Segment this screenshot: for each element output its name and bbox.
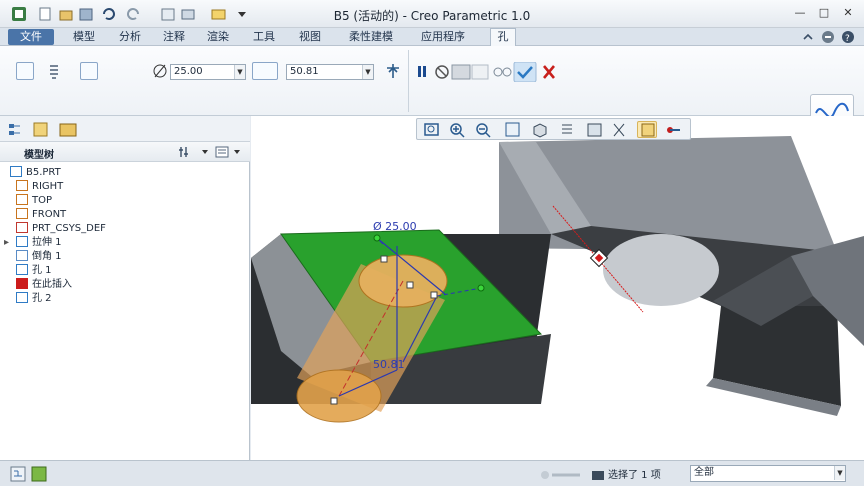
datum-plane-icon xyxy=(16,208,28,219)
graphics-window[interactable]: Ø 25.00 50.81 xyxy=(251,116,864,460)
reference-handle-2[interactable] xyxy=(477,284,485,292)
tab-3[interactable]: 注释 xyxy=(154,29,194,45)
simple-hole-icon[interactable] xyxy=(16,62,34,80)
status-message: 选择了 1 项 xyxy=(608,470,661,481)
title-bar: B5 (活动的) - Creo Parametric 1.0 — □ ✕ xyxy=(0,0,864,28)
selection-filter[interactable]: 全部 ▼ xyxy=(690,465,846,482)
tree-item[interactable]: RIGHT xyxy=(16,180,63,194)
dashboard-controls[interactable] xyxy=(414,62,564,82)
drill-profile-icon[interactable] xyxy=(106,62,124,80)
navigator-panel: 模型树 B5.PRT RIGHT TOP FRONT PRT_CSYS_DEF ▸ 拉伸 1… xyxy=(0,116,250,460)
tree-item-label: PRT_CSYS_DEF xyxy=(32,223,106,234)
status-icons[interactable] xyxy=(10,466,50,482)
tree-item[interactable]: B5.PRT xyxy=(10,166,61,180)
ribbon-tabs: 文件 模型 分析 注释 渲染 工具 视图 柔性建模 应用程序孔 ? xyxy=(0,28,864,47)
tab-7[interactable]: 柔性建模 xyxy=(338,29,404,45)
expand-icon[interactable]: ▸ xyxy=(4,236,9,250)
tree-item[interactable]: 孔 1 xyxy=(16,264,52,278)
csys-icon xyxy=(16,222,28,233)
tree-item[interactable]: TOP xyxy=(16,194,52,208)
tree-item[interactable]: 在此插入 xyxy=(16,278,72,292)
tab-0[interactable]: 文件 xyxy=(8,29,54,45)
tab-8[interactable]: 应用程序 xyxy=(410,29,476,45)
hole-icon xyxy=(16,264,28,275)
datum-plane-icon xyxy=(16,180,28,191)
part-icon xyxy=(10,166,22,177)
status-bar: 选择了 1 项 全部 ▼ xyxy=(0,460,864,486)
maximize-icon[interactable]: □ xyxy=(816,6,832,20)
depth-handle[interactable] xyxy=(406,281,414,289)
bottom-handle[interactable] xyxy=(330,397,338,405)
tree-settings-icon[interactable] xyxy=(178,145,244,159)
tree-item-label: B5.PRT xyxy=(26,167,61,178)
diameter-input[interactable]: 25.00 ▼ xyxy=(170,64,246,80)
diameter-icon xyxy=(153,64,167,78)
tree-item[interactable]: PRT_CSYS_DEF xyxy=(16,222,106,236)
minimize-icon[interactable]: — xyxy=(792,6,808,20)
chamfer-icon xyxy=(16,250,28,261)
flip-icon[interactable] xyxy=(384,62,402,80)
flat-drill-icon[interactable] xyxy=(80,62,98,80)
tab-1[interactable]: 模型 xyxy=(62,29,106,45)
model-tree-header: 模型树 xyxy=(0,142,250,162)
help-icons[interactable]: ? xyxy=(800,30,860,44)
tree-item[interactable]: 倒角 1 xyxy=(16,250,62,264)
tree-item-label: 孔 2 xyxy=(32,293,52,304)
diameter-handle[interactable] xyxy=(380,255,388,263)
close-icon[interactable]: ✕ xyxy=(840,6,856,20)
standard-hole-icon[interactable] xyxy=(44,62,62,80)
tree-item-label: 倒角 1 xyxy=(32,251,62,262)
navigator-tabs xyxy=(0,116,250,142)
depth-input[interactable]: 50.81 ▼ xyxy=(286,64,374,80)
tab-2[interactable]: 分析 xyxy=(110,29,150,45)
tree-item[interactable]: ▸ 拉伸 1 xyxy=(4,236,62,250)
model-tree-title: 模型树 xyxy=(24,150,54,161)
view-toolbar xyxy=(416,118,691,140)
tree-item-label: 在此插入 xyxy=(32,279,72,290)
tree-item-label: 孔 1 xyxy=(32,265,52,276)
reference-handle-1[interactable] xyxy=(373,234,381,242)
tab-9[interactable]: 孔 xyxy=(490,28,516,47)
tree-item[interactable]: 孔 2 xyxy=(16,292,52,306)
hole-new-icon xyxy=(16,292,28,303)
tree-item-label: RIGHT xyxy=(32,181,64,192)
sketch-profile-icon[interactable] xyxy=(128,62,146,80)
ribbon-divider xyxy=(408,50,409,112)
tab-5[interactable]: 工具 xyxy=(244,29,284,45)
existing-hole xyxy=(603,234,719,306)
tree-item[interactable]: FRONT xyxy=(16,208,66,222)
tree-item-label: FRONT xyxy=(32,209,67,220)
diameter-dimension[interactable]: Ø 25.00 xyxy=(373,220,417,233)
tree-item-label: TOP xyxy=(32,195,53,206)
extrude-icon xyxy=(16,236,28,247)
insert-here-icon xyxy=(16,278,28,289)
tab-6[interactable]: 视图 xyxy=(290,29,330,45)
center-handle[interactable] xyxy=(430,291,438,299)
depth-dimension[interactable]: 50.81 xyxy=(373,358,405,371)
datum-plane-icon xyxy=(16,194,28,205)
navigator-tab-icons[interactable] xyxy=(8,122,80,138)
depth-options-icon[interactable] xyxy=(252,62,278,80)
tree-item-label: 拉伸 1 xyxy=(32,237,62,248)
svg-text:?: ? xyxy=(845,34,850,44)
tab-4[interactable]: 渲染 xyxy=(198,29,238,45)
hole-dashboard: 25.00▼ 50.81▼ 放置形状注解属性 基准 ▼ xyxy=(0,46,864,160)
window-title: B5 (活动的) - Creo Parametric 1.0 xyxy=(333,9,531,23)
model-canvas[interactable]: Ø 25.00 50.81 xyxy=(251,116,864,460)
